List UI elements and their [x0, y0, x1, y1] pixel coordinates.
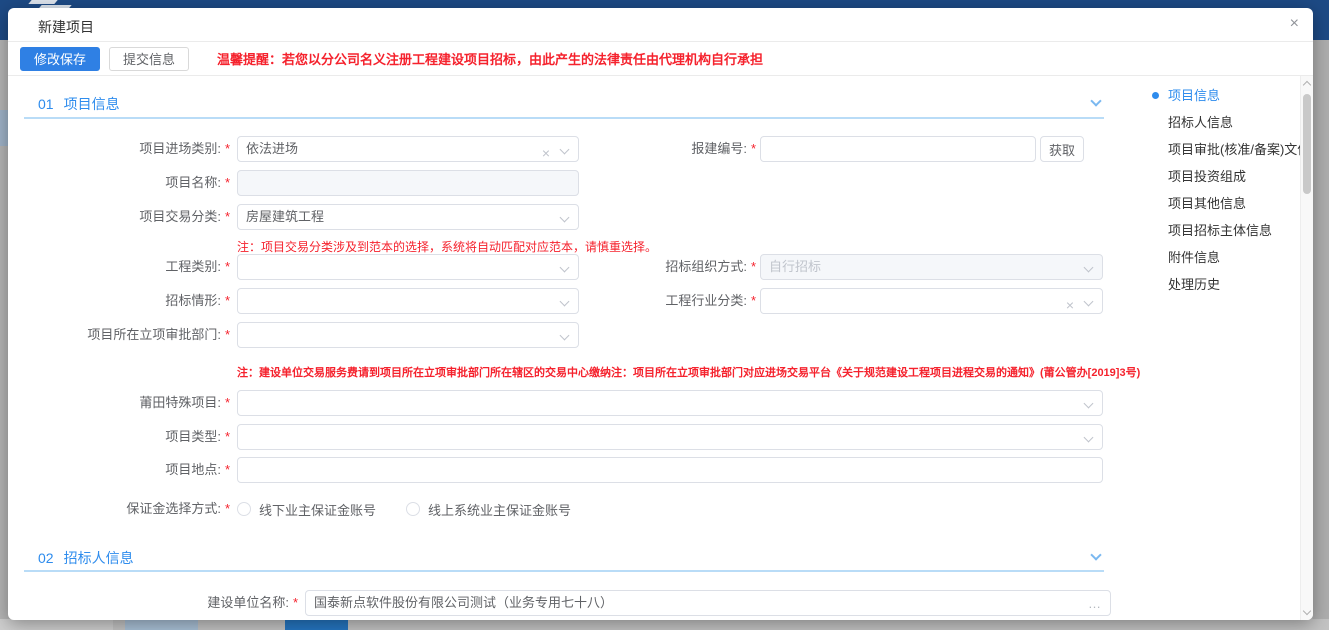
section1-collapse-icon[interactable] [1090, 95, 1101, 106]
chevron-down-icon [1084, 399, 1094, 409]
nav-item-other-info[interactable]: 项目其他信息 [1148, 190, 1298, 217]
section1-header[interactable]: 01 项目信息 [38, 94, 120, 114]
putian-special-select[interactable] [237, 390, 1103, 416]
org-mode-label: 招标组织方式:* [528, 254, 756, 280]
report-no-input[interactable] [760, 136, 1036, 162]
chevron-down-icon [560, 213, 570, 223]
eng-class-label: 工程类别:* [8, 254, 230, 280]
approve-dept-note: 注：建设单位交易服务费请到项目所在立项审批部门所在辖区的交易中心缴纳注：项目所在… [237, 364, 1140, 380]
background-left-fragment [0, 110, 8, 146]
background-bottom-button-blue [285, 619, 348, 630]
deposit-method-options: 线下业主保证金账号 线上系统业主保证金账号 [237, 496, 571, 522]
chevron-down-icon [1084, 433, 1094, 443]
approve-dept-select[interactable] [237, 322, 579, 348]
dialog-toolbar: 修改保存 提交信息 温馨提醒：若您以分公司名义注册工程建设项目招标，由此产生的法… [8, 42, 1313, 76]
section1-number: 01 [38, 96, 54, 112]
section2-divider [24, 570, 1104, 572]
trade-class-note: 注：项目交易分类涉及到范本的选择，系统将自动匹配对应范本，请慎重选择。 [237, 238, 657, 255]
project-type-select[interactable] [237, 424, 1103, 450]
deposit-method-label: 保证金选择方式:* [8, 496, 230, 522]
location-label: 项目地点:* [8, 457, 230, 483]
body-scrollbar[interactable] [1300, 76, 1313, 620]
fetch-button[interactable]: 获取 [1040, 136, 1084, 162]
section1-title: 项目信息 [64, 96, 120, 112]
builder-name-input[interactable]: 国泰新点软件股份有限公司测试（业务专用七十八） … [305, 590, 1111, 616]
section2-number: 02 [38, 550, 54, 566]
project-type-label: 项目类型:* [8, 424, 230, 450]
online-deposit-radio[interactable] [406, 502, 420, 516]
save-button[interactable]: 修改保存 [20, 47, 100, 71]
nav-item-bid-subject[interactable]: 项目招标主体信息 [1148, 217, 1298, 244]
new-project-dialog: 新建项目 × 修改保存 提交信息 温馨提醒：若您以分公司名义注册工程建设项目招标… [8, 8, 1313, 620]
close-icon[interactable]: × [1290, 15, 1299, 33]
warning-text: 温馨提醒：若您以分公司名义注册工程建设项目招标，由此产生的法律责任由代理机构自行… [217, 49, 763, 68]
online-deposit-option[interactable]: 线上系统业主保证金账号 [428, 500, 571, 519]
trade-class-label: 项目交易分类:* [8, 204, 230, 230]
dialog-body: 01项目信息 项目进场类别:* 依法进场 × 报建编号:* 获取 项目名称:* [8, 76, 1313, 620]
nav-item-tenderer-info[interactable]: 招标人信息 [1148, 109, 1298, 136]
dialog-titlebar: 新建项目 × [8, 8, 1313, 42]
scroll-down-icon[interactable] [1303, 607, 1311, 615]
clear-icon[interactable]: × [1066, 293, 1074, 314]
section2-collapse-icon[interactable] [1090, 549, 1101, 560]
approve-dept-label: 项目所在立项审批部门:* [8, 322, 230, 348]
bid-case-label: 招标情形:* [8, 288, 230, 314]
active-bullet-icon [1152, 92, 1159, 99]
builder-name-label: 建设单位名称:* [8, 590, 298, 616]
location-input[interactable] [237, 457, 1103, 483]
section2-title: 招标人信息 [64, 550, 134, 566]
trade-class-select[interactable]: 房屋建筑工程 [237, 204, 579, 230]
chevron-down-icon [1084, 297, 1094, 307]
project-name-input [237, 170, 579, 196]
background-bottom-segment [0, 619, 113, 630]
section2-header[interactable]: 02 招标人信息 [38, 548, 134, 568]
scrollbar-thumb[interactable] [1303, 94, 1311, 194]
nav-item-attachments[interactable]: 附件信息 [1148, 244, 1298, 271]
industry-class-select[interactable]: × [760, 288, 1103, 314]
scroll-up-icon[interactable] [1303, 81, 1311, 89]
nav-item-history[interactable]: 处理历史 [1148, 271, 1298, 298]
submit-button[interactable]: 提交信息 [109, 47, 189, 71]
background-bottom-button-light [125, 619, 198, 630]
nav-item-investment[interactable]: 项目投资组成 [1148, 163, 1298, 190]
offline-deposit-radio[interactable] [237, 502, 251, 516]
dialog-title: 新建项目 [38, 17, 94, 37]
project-name-label: 项目名称:* [8, 170, 230, 196]
nav-item-approval-files[interactable]: 项目审批(核准/备案)文件 [1148, 136, 1298, 163]
more-icon[interactable]: … [1088, 591, 1102, 616]
chevron-down-icon [560, 331, 570, 341]
background-bottom-bar [0, 619, 1329, 630]
report-no-label: 报建编号:* [528, 136, 756, 162]
screen: 新建项目 × 修改保存 提交信息 温馨提醒：若您以分公司名义注册工程建设项目招标… [0, 0, 1329, 630]
anchor-nav: 项目信息 招标人信息 项目审批(核准/备案)文件 项目投资组成 项目其他信息 项… [1148, 82, 1298, 298]
putian-special-label: 莆田特殊项目:* [8, 390, 230, 416]
background-right-fragment [1313, 40, 1329, 630]
offline-deposit-option[interactable]: 线下业主保证金账号 [259, 500, 376, 519]
nav-item-project-info[interactable]: 项目信息 [1148, 82, 1298, 109]
section1-divider [24, 117, 1104, 119]
entry-type-label: 项目进场类别:* [8, 136, 230, 162]
org-mode-select: 自行招标 [760, 254, 1103, 280]
chevron-down-icon [1084, 263, 1094, 273]
industry-class-label: 工程行业分类:* [528, 288, 756, 314]
